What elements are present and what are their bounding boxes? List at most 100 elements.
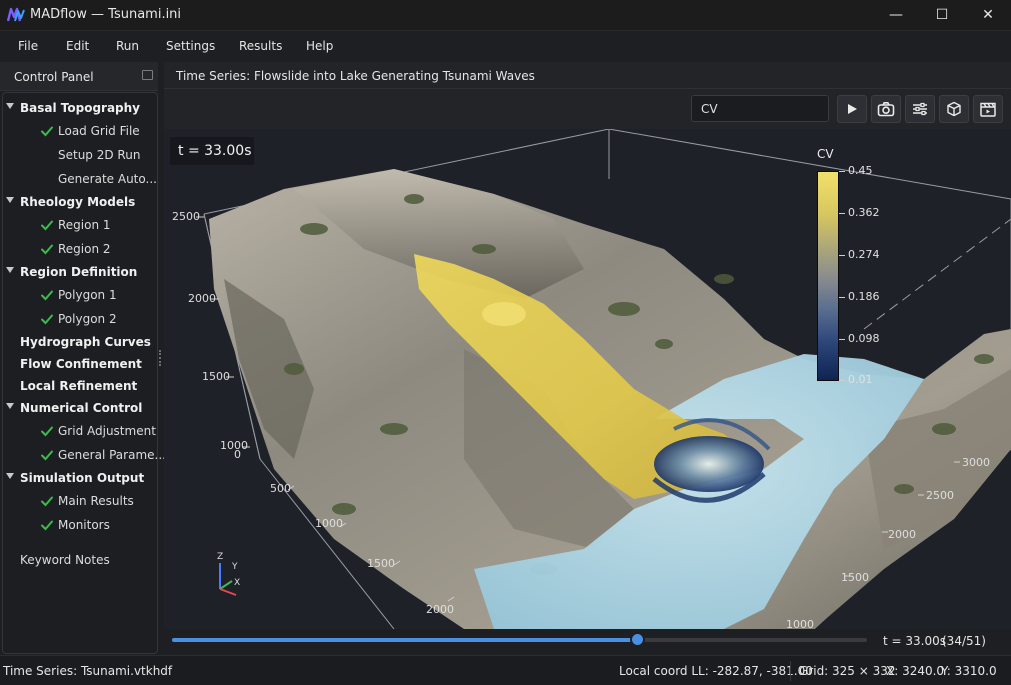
orientation-x-label: X (234, 578, 241, 588)
expand-arrow-icon[interactable] (6, 103, 14, 109)
tree-item-general-parameters[interactable]: General Parame... (3, 445, 166, 467)
maximize-icon: ☐ (935, 7, 949, 23)
tree-item-keyword-notes[interactable]: Keyword Notes (3, 550, 157, 572)
export-animation-button[interactable] (973, 95, 1003, 123)
status-file: Time Series: Tsunami.vtkhdf (3, 664, 173, 678)
panel-splitter-handle[interactable] (159, 350, 163, 366)
check-icon (41, 450, 53, 461)
tree-item-region-2[interactable]: Region 2 (3, 239, 157, 261)
title-bar: MADflow — Tsunami.ini — ☐ ✕ (0, 0, 1011, 31)
tree-item-polygon-1[interactable]: Polygon 1 (3, 285, 157, 307)
time-overlay: t = 33.00s (170, 137, 254, 165)
y-tick-label: 3000 (962, 456, 990, 469)
colorbar-tick (839, 297, 845, 298)
variable-selector[interactable]: CV (691, 95, 829, 122)
main-view-title: Time Series: Flowslide into Lake Generat… (176, 69, 535, 83)
control-panel-title: Control Panel (14, 70, 94, 84)
tree-item-setup-2d-run[interactable]: Setup 2D Run (3, 145, 157, 167)
orientation-y-label: Y (232, 562, 238, 572)
control-panel-header: Control Panel (0, 62, 158, 91)
check-icon (41, 520, 53, 531)
timeline-frame-label: (34/51) (942, 634, 986, 648)
tree-item-region-1[interactable]: Region 1 (3, 215, 157, 237)
check-icon (41, 496, 53, 507)
tree-item-polygon-2[interactable]: Polygon 2 (3, 309, 157, 331)
x-tick-label: 2000 (426, 603, 454, 616)
tree-item-monitors[interactable]: Monitors (3, 515, 157, 537)
3d-viewport[interactable]: 2500 2000 1500 1000 0 500 1000 1500 2000… (164, 129, 1011, 629)
timeline-handle[interactable] (630, 632, 645, 647)
colorbar-tick (839, 339, 845, 340)
minimize-button[interactable]: — (873, 0, 919, 30)
timeline-progress (172, 638, 638, 642)
tree-item-label: Numerical Control (20, 401, 143, 415)
status-local-coord: Local coord LL: -282.87, -381.00 (619, 664, 813, 678)
z-tick-label: 0 (234, 448, 241, 461)
maximize-button[interactable]: ☐ (919, 0, 965, 30)
close-icon: ✕ (982, 7, 994, 23)
colorbar-tick (839, 255, 845, 256)
tree-item-numerical-control[interactable]: Numerical Control (3, 398, 157, 420)
y-tick-label: 1500 (841, 571, 869, 584)
tree-item-simulation-output[interactable]: Simulation Output (3, 468, 157, 490)
close-button[interactable]: ✕ (965, 0, 1011, 30)
tree-item-label: Rheology Models (20, 195, 136, 209)
clapperboard-icon (980, 102, 996, 117)
colorbar-tick (839, 213, 845, 214)
colorbar-label: 0.186 (848, 290, 880, 303)
tree-item-main-results[interactable]: Main Results (3, 491, 157, 513)
tree-item-label: Polygon 2 (58, 312, 117, 326)
expand-arrow-icon[interactable] (6, 197, 14, 203)
tree-item-flow-confinement[interactable]: Flow Confinement (3, 354, 157, 376)
expand-arrow-icon[interactable] (6, 267, 14, 273)
tree-item-generate-auto[interactable]: Generate Auto... (3, 169, 157, 191)
control-panel-tree: Basal Topography Load Grid File Setup 2D… (2, 92, 166, 654)
colorbar-label: 0.45 (848, 164, 873, 177)
tree-item-load-grid-file[interactable]: Load Grid File (3, 121, 157, 143)
x-tick-label: 1500 (367, 557, 395, 570)
tree-item-basal-topography[interactable]: Basal Topography (3, 98, 157, 120)
timeline-time-label: t = 33.00s (883, 634, 946, 648)
y-tick-label: 2500 (926, 489, 954, 502)
expand-arrow-icon[interactable] (6, 473, 14, 479)
tree-item-label: Basal Topography (20, 101, 141, 115)
status-x: X: 3240.0 (886, 664, 945, 678)
terrain-render[interactable] (164, 129, 1011, 629)
tree-item-grid-adjustment[interactable]: Grid Adjustment (3, 421, 157, 443)
z-tick-label: 2500 (172, 210, 200, 223)
time-label: t = 33.00s (178, 143, 252, 159)
tree-item-region-definition[interactable]: Region Definition (3, 262, 157, 284)
settings-sliders-button[interactable] (905, 95, 935, 123)
undock-icon[interactable] (142, 70, 153, 80)
tree-item-label: Grid Adjustment (58, 424, 156, 438)
tree-item-hydrograph-curves[interactable]: Hydrograph Curves (3, 332, 157, 354)
status-grid: Grid: 325 × 332 (799, 664, 896, 678)
y-tick-label: 2000 (888, 528, 916, 541)
z-tick-label: 2000 (188, 292, 216, 305)
tree-item-label: Load Grid File (58, 124, 140, 138)
check-icon (41, 290, 53, 301)
expand-arrow-icon[interactable] (6, 403, 14, 409)
menu-settings[interactable]: Settings (166, 39, 215, 53)
status-divider (790, 661, 791, 681)
screenshot-button[interactable] (871, 95, 901, 123)
status-bar: Time Series: Tsunami.vtkhdf Local coord … (0, 655, 1011, 685)
tree-item-label: Local Refinement (20, 379, 138, 393)
play-icon (848, 104, 857, 114)
menu-help[interactable]: Help (306, 39, 333, 53)
tree-item-label: Region 1 (58, 218, 111, 232)
tree-item-local-refinement[interactable]: Local Refinement (3, 376, 157, 398)
3d-view-button[interactable] (939, 95, 969, 123)
menu-file[interactable]: File (18, 39, 38, 53)
menu-results[interactable]: Results (239, 39, 282, 53)
check-icon (41, 426, 53, 437)
status-y: Y: 3310.0 (941, 664, 997, 678)
menu-run[interactable]: Run (116, 39, 139, 53)
tree-item-label: Setup 2D Run (58, 148, 141, 162)
colorbar (817, 171, 839, 381)
play-button[interactable] (837, 95, 867, 123)
tree-item-rheology-models[interactable]: Rheology Models (3, 192, 157, 214)
camera-icon (877, 102, 895, 117)
menu-edit[interactable]: Edit (66, 39, 89, 53)
check-icon (41, 220, 53, 231)
